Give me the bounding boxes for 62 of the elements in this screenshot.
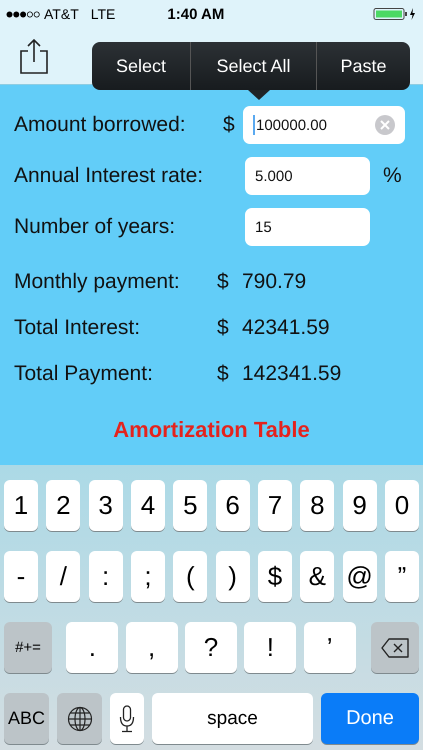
keyboard-key[interactable]: 1 <box>4 480 38 531</box>
keyboard-key[interactable]: ABC <box>4 693 49 744</box>
result-value: 790.79 <box>242 270 306 294</box>
result-value: 142341.59 <box>242 362 342 386</box>
keyboard-key[interactable]: . <box>66 622 118 673</box>
input-field[interactable]: 15 <box>245 208 370 246</box>
result-label: Total Payment: <box>14 362 154 386</box>
field-label: Number of years: <box>14 215 176 239</box>
currency-sign: $ <box>217 316 230 340</box>
globe-icon <box>66 706 92 732</box>
keyboard-key[interactable]: space <box>152 693 313 744</box>
keyboard-key[interactable]: ( <box>173 551 208 602</box>
result-label: Total Interest: <box>14 316 142 340</box>
keyboard-key[interactable]: ” <box>384 551 419 602</box>
keyboard-key[interactable]: 9 <box>342 480 377 531</box>
keyboard-key[interactable]: #+= <box>4 622 52 673</box>
keyboard-key[interactable]: ! <box>244 622 296 673</box>
result-value: 42341.59 <box>242 316 330 340</box>
globe-key[interactable] <box>57 693 102 744</box>
keyboard-key[interactable]: 8 <box>300 480 334 531</box>
signal-icon <box>6 10 40 18</box>
menu-pointer-icon <box>248 90 270 100</box>
keyboard-key[interactable]: ) <box>216 551 250 602</box>
keyboard-key[interactable]: : <box>88 551 123 602</box>
percent-sign: % <box>383 164 402 188</box>
share-icon[interactable] <box>19 38 49 74</box>
carrier-name: AT&T <box>44 6 79 22</box>
keyboard-key[interactable]: @ <box>342 551 377 602</box>
menu-item[interactable]: Select <box>92 42 190 90</box>
keyboard-key[interactable]: 5 <box>173 480 208 531</box>
keyboard-key[interactable]: 3 <box>88 480 123 531</box>
delete-key[interactable] <box>370 622 419 673</box>
keyboard-key[interactable]: - <box>4 551 38 602</box>
keyboard-key[interactable]: & <box>300 551 334 602</box>
result-label: Monthly payment: <box>14 270 181 294</box>
keyboard-key[interactable]: / <box>46 551 80 602</box>
keyboard-key[interactable]: ? <box>184 622 237 673</box>
text-cursor <box>253 115 255 135</box>
input-field[interactable]: 100000.00 <box>243 106 405 144</box>
keyboard-key[interactable]: 2 <box>46 480 80 531</box>
dictation-key[interactable] <box>110 693 144 744</box>
input-field[interactable]: 5.000 <box>245 157 370 195</box>
keyboard-key[interactable]: 4 <box>130 480 165 531</box>
keyboard-key[interactable]: , <box>126 622 178 673</box>
keyboard-key[interactable]: $ <box>258 551 292 602</box>
menu-item[interactable]: Paste <box>316 42 410 90</box>
field-label: Amount borrowed: <box>14 113 187 137</box>
network-type: LTE <box>90 6 116 22</box>
keyboard-key[interactable]: 7 <box>258 480 292 531</box>
keyboard-key[interactable]: 0 <box>384 480 419 531</box>
keyboard-key[interactable]: Done <box>321 693 419 744</box>
currency-sign: $ <box>223 113 235 136</box>
keyboard-key[interactable]: 6 <box>216 480 250 531</box>
keyboard-key[interactable]: ; <box>130 551 165 602</box>
keyboard-key[interactable]: ’ <box>304 622 356 673</box>
currency-sign: $ <box>217 362 230 386</box>
microphone-icon <box>119 704 135 732</box>
field-label: Annual Interest rate: <box>14 164 204 188</box>
delete-icon <box>380 638 409 658</box>
status-time: 1:40 AM <box>167 6 224 22</box>
battery-icon <box>373 7 417 21</box>
currency-sign: $ <box>217 270 230 294</box>
